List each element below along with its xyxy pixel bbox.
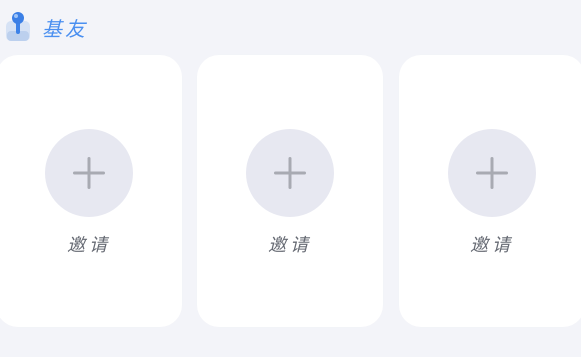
header: 基友: [4, 10, 88, 44]
plus-icon: [476, 157, 508, 189]
invite-label: 邀请: [470, 235, 514, 256]
invite-label: 邀请: [67, 235, 111, 256]
add-friend-button[interactable]: [448, 129, 536, 217]
plus-icon: [73, 157, 105, 189]
invite-card[interactable]: 邀请: [399, 55, 581, 327]
plus-icon: [274, 157, 306, 189]
joystick-icon: [6, 12, 30, 41]
page-title: 基友: [42, 16, 88, 41]
add-friend-button[interactable]: [246, 129, 334, 217]
invite-card[interactable]: 邀请: [197, 55, 383, 327]
invite-label: 邀请: [268, 235, 312, 256]
invite-slots: 邀请 邀请 邀请: [0, 55, 581, 327]
invite-card[interactable]: 邀请: [0, 55, 182, 327]
add-friend-button[interactable]: [45, 129, 133, 217]
